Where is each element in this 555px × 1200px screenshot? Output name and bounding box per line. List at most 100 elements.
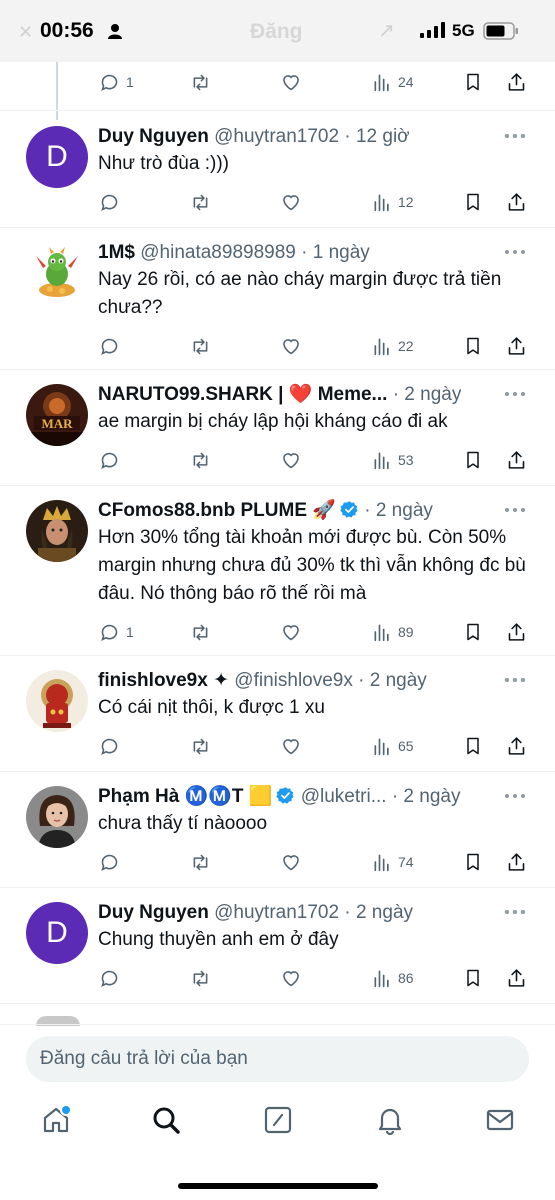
tweet-handle[interactable]: @luketri...	[301, 786, 387, 807]
bookmark-button[interactable]	[463, 850, 483, 874]
reply-button[interactable]: 1	[99, 70, 134, 94]
avatar[interactable]: D	[26, 902, 88, 964]
views-button[interactable]: 53	[372, 448, 414, 472]
more-icon[interactable]	[505, 392, 525, 398]
reply-icon	[101, 624, 118, 641]
woman-avatar[interactable]	[26, 786, 88, 848]
tweet-handle[interactable]: @huytran1702	[214, 902, 339, 923]
person-icon	[108, 24, 122, 39]
reply-button[interactable]	[99, 190, 120, 214]
like-button[interactable]	[280, 620, 302, 644]
retweet-button[interactable]	[189, 966, 212, 990]
tweet-time: · 2 ngày	[358, 670, 427, 691]
search-icon[interactable]	[150, 1104, 182, 1136]
reply-input[interactable]: Đăng câu trả lời của bạn	[26, 1036, 529, 1082]
more-icon[interactable]	[505, 508, 525, 514]
king-avatar[interactable]	[26, 500, 88, 562]
action-row: 1 24	[0, 70, 555, 94]
tweet[interactable]: Phạm Hà Ⓜ️Ⓜ️T 🟨 @luketri... · 2 ngày chưa…	[0, 772, 555, 888]
retweet-button[interactable]	[189, 448, 212, 472]
tweet-author[interactable]: 1M$	[98, 242, 135, 263]
bookmark-button[interactable]	[463, 448, 483, 472]
tweet[interactable]: D Duy Nguyen @huytran1702 · 2 ngày Chung t…	[0, 888, 555, 1004]
share-button[interactable]	[506, 620, 527, 644]
tweet-author[interactable]: Duy Nguyen	[98, 126, 209, 147]
like-button[interactable]	[280, 334, 302, 358]
views-button[interactable]: 22	[372, 334, 414, 358]
tweet-author[interactable]: NARUTO99.SHARK | ❤️ Meme...	[98, 384, 387, 405]
tweet-handle[interactable]: @huytran1702	[214, 126, 339, 147]
compose-icon[interactable]	[262, 1104, 294, 1136]
retweet-button[interactable]	[189, 190, 212, 214]
reply-button[interactable]: 1	[99, 620, 134, 644]
share-button[interactable]	[506, 190, 527, 214]
tweet[interactable]: D Duy Nguyen @huytran1702 · 12 giờ Như trò…	[0, 112, 555, 228]
dragon-avatar[interactable]	[26, 242, 88, 304]
tweet-author[interactable]: Duy Nguyen	[98, 902, 209, 923]
avatar[interactable]: D	[26, 126, 88, 188]
reply-button[interactable]	[99, 734, 120, 758]
bookmark-button[interactable]	[463, 190, 483, 214]
views-button[interactable]: 12	[372, 190, 414, 214]
retweet-button[interactable]	[189, 850, 212, 874]
bookmark-button[interactable]	[463, 70, 483, 94]
like-button[interactable]	[280, 966, 302, 990]
more-icon[interactable]	[505, 794, 525, 800]
bookmark-button[interactable]	[463, 734, 483, 758]
bookmark-icon	[467, 337, 479, 355]
views-button[interactable]: 65	[372, 734, 414, 758]
robot-avatar[interactable]	[26, 670, 88, 732]
tweet-time: · 2 ngày	[344, 902, 414, 923]
bell-icon[interactable]	[374, 1104, 406, 1136]
share-button[interactable]	[506, 334, 527, 358]
tweet-author[interactable]: Phạm Hà Ⓜ️Ⓜ️T 🟨	[98, 786, 272, 807]
bookmark-button[interactable]	[463, 334, 483, 358]
tweet-author[interactable]: CFomos88.bnb PLUME 🚀	[98, 500, 336, 521]
verified-icon	[276, 787, 295, 804]
mar-avatar[interactable]: MAR	[26, 384, 88, 446]
reply-button[interactable]	[99, 850, 120, 874]
retweet-icon	[193, 738, 208, 754]
mail-icon[interactable]	[484, 1104, 516, 1136]
tweet[interactable]: 1M$ @hinata89898989 · 1 ngày Nay 26 rồi, …	[0, 228, 555, 370]
tweet[interactable]: CFomos88.bnb PLUME 🚀 · 2 ngày Hơn 30% tổn…	[0, 486, 555, 656]
share-button[interactable]	[506, 850, 527, 874]
views-button[interactable]: 24	[372, 70, 414, 94]
more-icon[interactable]	[505, 134, 525, 140]
retweet-button[interactable]	[189, 620, 212, 644]
retweet-icon	[193, 970, 208, 986]
like-button[interactable]	[280, 70, 302, 94]
views-button[interactable]: 86	[372, 966, 414, 990]
reply-button[interactable]	[99, 334, 120, 358]
reply-button[interactable]	[99, 966, 120, 990]
retweet-button[interactable]	[189, 734, 212, 758]
tweet-author[interactable]: finishlove9x ✦	[98, 670, 229, 691]
share-button[interactable]	[506, 734, 527, 758]
like-button[interactable]	[280, 448, 302, 472]
bookmark-button[interactable]	[463, 966, 483, 990]
more-icon[interactable]	[505, 910, 525, 916]
more-icon[interactable]	[505, 250, 525, 256]
tweet-header: Duy Nguyen @huytran1702 · 12 giờ	[98, 124, 507, 150]
like-button[interactable]	[280, 190, 302, 214]
views-button[interactable]: 74	[372, 850, 414, 874]
views-button[interactable]: 89	[372, 620, 414, 644]
divider	[0, 1024, 555, 1025]
bookmark-button[interactable]	[463, 620, 483, 644]
retweet-button[interactable]	[189, 334, 212, 358]
tweet-handle[interactable]: @hinata89898989	[140, 242, 296, 263]
tweet[interactable]: MAR NARUTO99.SHARK | ❤️ Meme... · 2 ngày a…	[0, 370, 555, 486]
more-icon[interactable]	[505, 678, 525, 684]
like-button[interactable]	[280, 734, 302, 758]
tweet-text: Có cái nịt thôi, k được 1 xu	[98, 697, 325, 718]
reply-button[interactable]	[99, 448, 120, 472]
share-button[interactable]	[506, 966, 527, 990]
tweet[interactable]: finishlove9x ✦ @finishlove9x · 2 ngày Có …	[0, 656, 555, 772]
tweet-text: chưa thấy tí nàoooo	[98, 813, 268, 834]
share-button[interactable]	[506, 70, 527, 94]
tweet-handle[interactable]: @finishlove9x	[234, 670, 353, 691]
reply-count: 1	[126, 74, 134, 90]
like-button[interactable]	[280, 850, 302, 874]
share-button[interactable]	[506, 448, 527, 472]
retweet-button[interactable]	[189, 70, 212, 94]
